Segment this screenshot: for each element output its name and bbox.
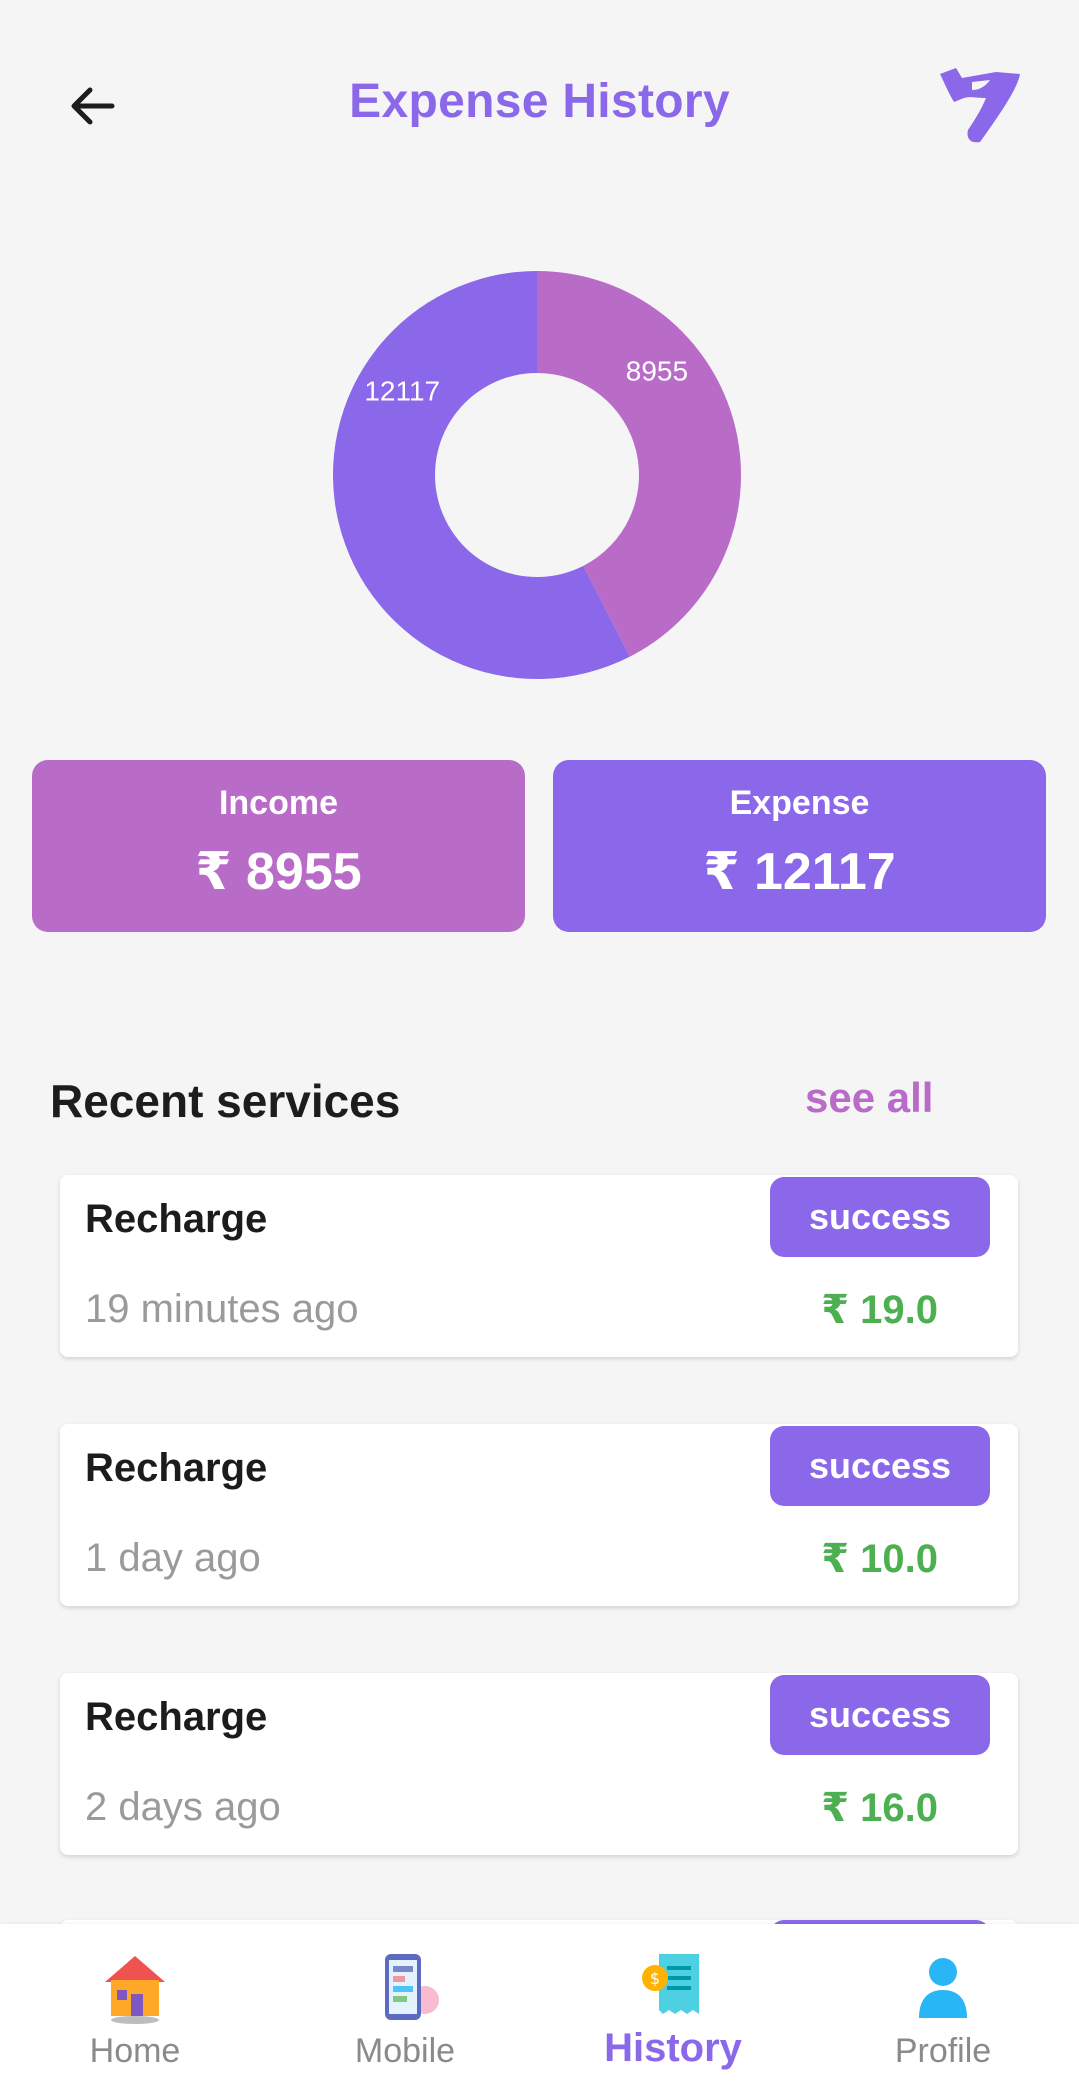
service-name: Recharge	[85, 1197, 268, 1241]
income-value: ₹ 8955	[195, 843, 362, 901]
nav-home-label: Home	[89, 2032, 181, 2070]
service-time: 19 minutes ago	[85, 1287, 359, 1331]
mobile-icon	[365, 1948, 445, 2028]
status-badge: success	[770, 1426, 990, 1506]
status-badge: success	[770, 1177, 990, 1257]
nav-history[interactable]: $ History	[538, 1924, 808, 2084]
expense-card: Expense ₹ 12117	[553, 760, 1046, 932]
nav-mobile-label: Mobile	[354, 2032, 456, 2070]
expense-label: Expense	[729, 784, 870, 822]
see-all-link[interactable]: see all	[805, 1074, 933, 1122]
income-expense-donut-chart: 8955 12117	[330, 268, 744, 682]
bottom-navigation: Home Mobile $ History Profile	[0, 1924, 1079, 2084]
status-badge: success	[770, 1675, 990, 1755]
income-card: Income ₹ 8955	[32, 760, 525, 932]
service-time: 1 day ago	[85, 1536, 261, 1580]
profile-icon	[903, 1948, 983, 2028]
service-amount: ₹ 19.0	[821, 1288, 938, 1332]
service-time: 2 days ago	[85, 1785, 281, 1829]
page-title: Expense History	[349, 75, 730, 128]
expense-value: ₹ 12117	[703, 843, 896, 901]
service-name: Recharge	[85, 1695, 268, 1739]
income-label: Income	[218, 784, 339, 822]
home-icon	[95, 1948, 175, 2028]
app-header: Expense History	[0, 0, 1079, 210]
service-row[interactable]: Recharge success 19 minutes ago ₹ 19.0	[60, 1175, 1018, 1357]
nav-profile-label: Profile	[894, 2032, 992, 2070]
service-row[interactable]: Recharge success 2 days ago ₹ 16.0	[60, 1673, 1018, 1855]
history-icon: $	[633, 1948, 713, 2028]
donut-slice-label: 12117	[364, 376, 440, 407]
donut-slice-label: 8955	[626, 356, 688, 387]
nav-mobile[interactable]: Mobile	[270, 1924, 540, 2084]
nav-home[interactable]: Home	[0, 1924, 270, 2084]
svg-text:$: $	[650, 1969, 660, 1988]
recent-services-title: Recent services	[50, 1075, 401, 1127]
service-name: Recharge	[85, 1446, 268, 1490]
service-row[interactable]: Recharge success 1 day ago ₹ 10.0	[60, 1424, 1018, 1606]
service-amount: ₹ 10.0	[821, 1537, 938, 1581]
service-amount: ₹ 16.0	[821, 1786, 938, 1830]
nav-history-label: History	[604, 2026, 742, 2070]
nav-profile[interactable]: Profile	[808, 1924, 1078, 2084]
app-logo-icon	[936, 68, 1022, 144]
